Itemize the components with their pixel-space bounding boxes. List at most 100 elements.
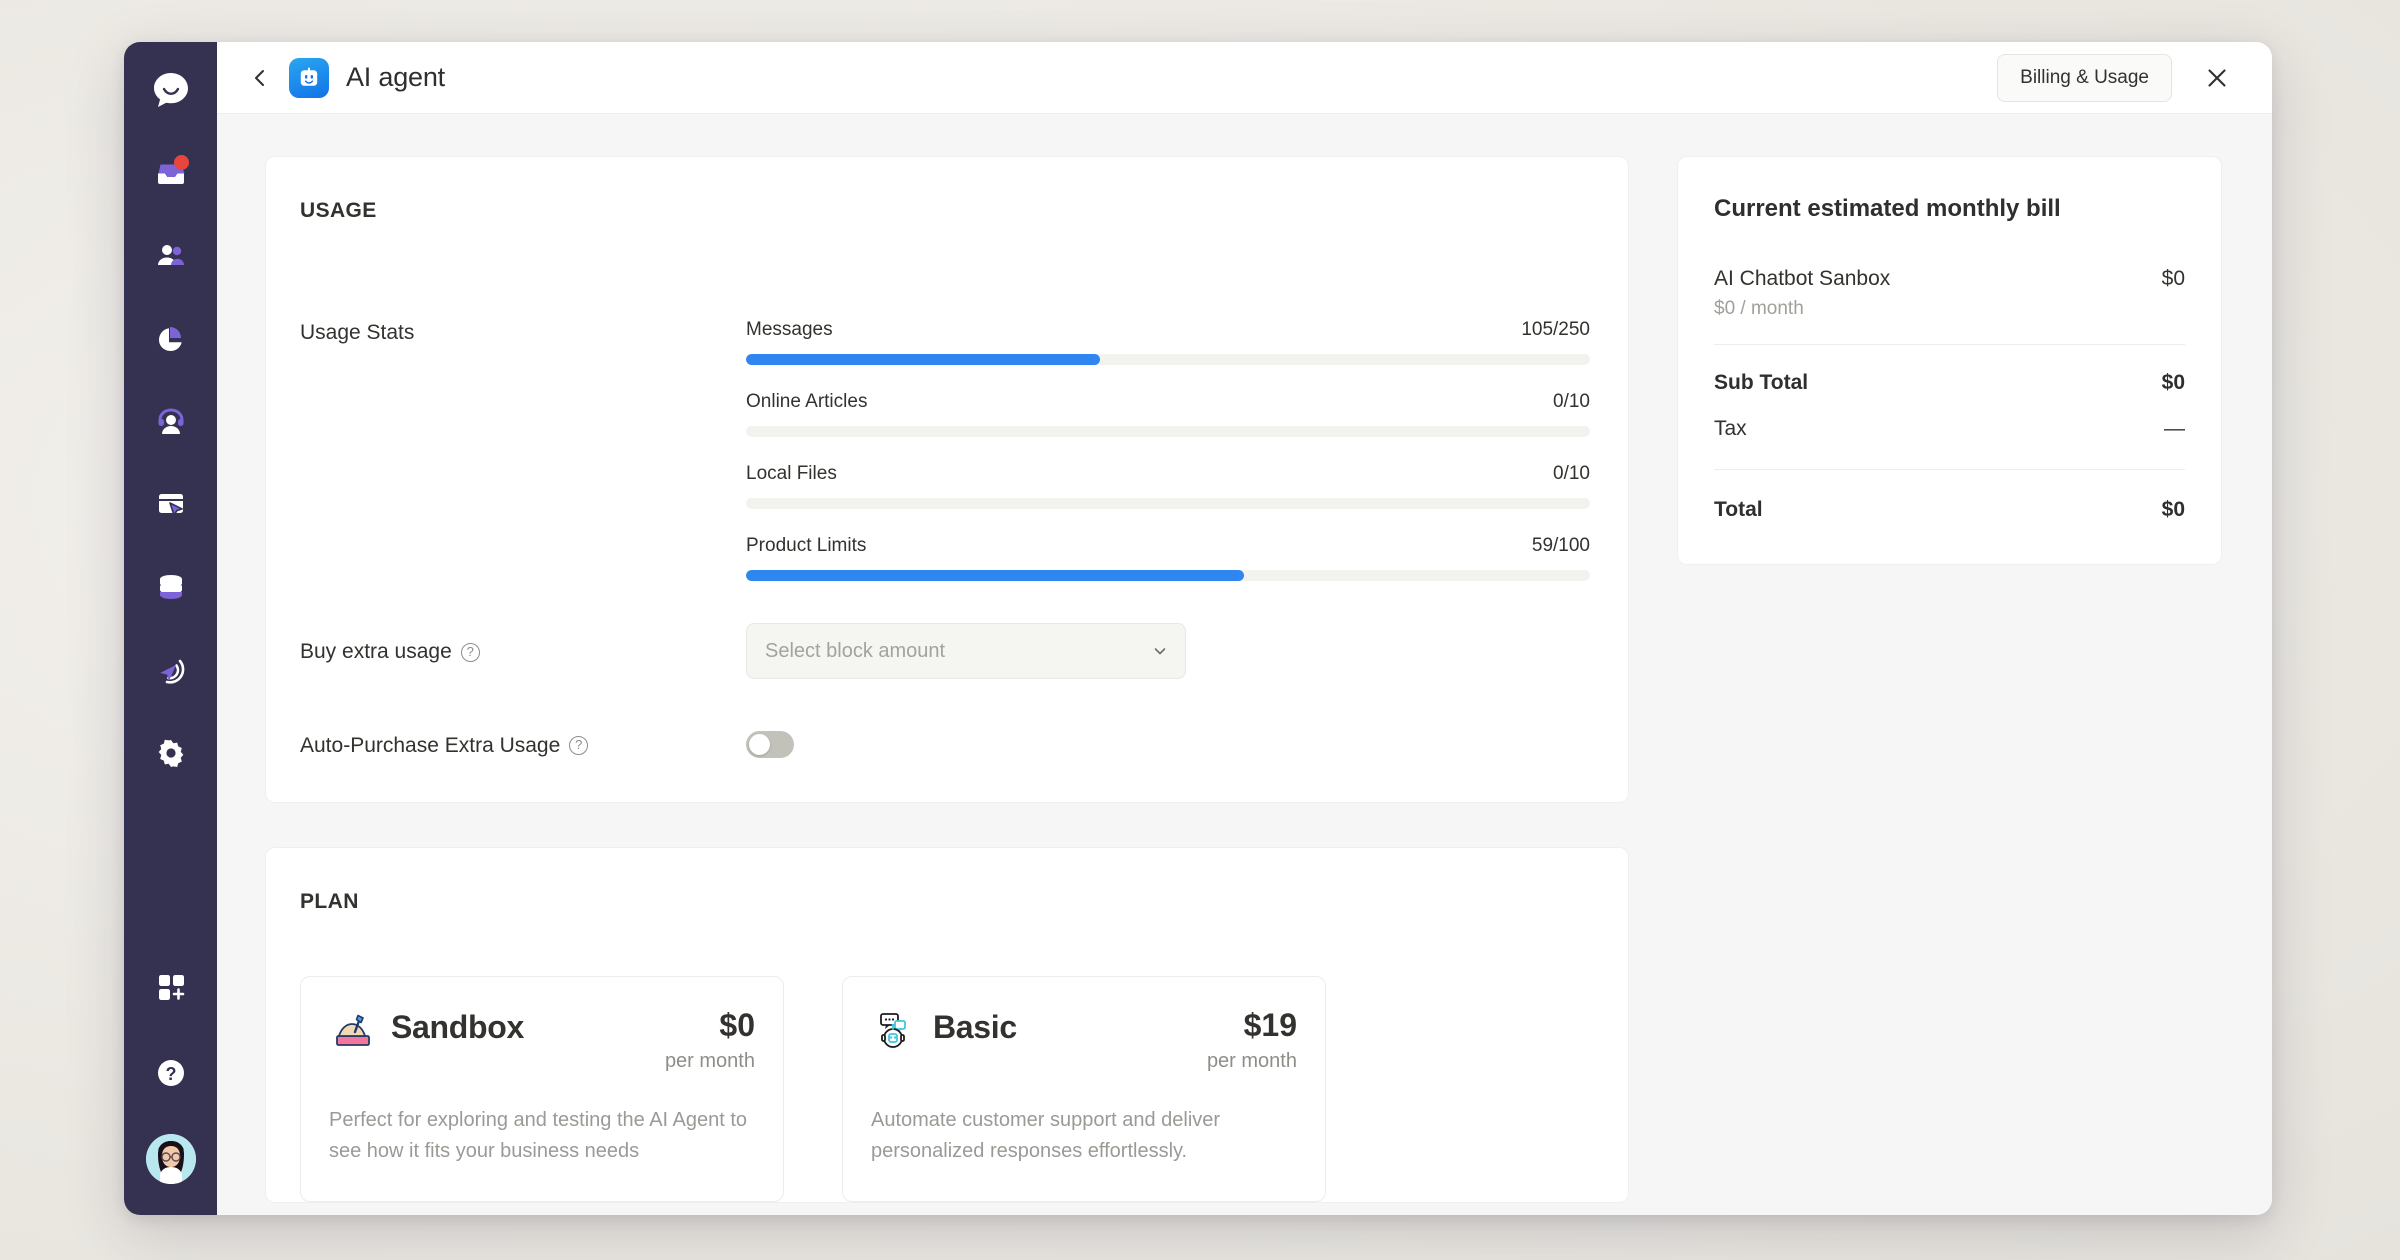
svg-text:?: ? xyxy=(165,1064,176,1084)
right-column: Current estimated monthly bill AI Chatbo… xyxy=(1677,156,2222,1215)
sandbox-emoji-icon xyxy=(329,1007,377,1055)
plan-price-block: $0 per month xyxy=(665,1007,755,1073)
chevron-down-icon xyxy=(1153,644,1167,658)
auto-purchase-label-text: Auto-Purchase Extra Usage xyxy=(300,734,560,758)
plan-option-header: Sandbox $0 per month xyxy=(329,1007,755,1073)
stat-name: Product Limits xyxy=(746,535,866,557)
billing-and-usage-button[interactable]: Billing & Usage xyxy=(1997,54,2172,102)
usage-section-header: USAGE xyxy=(300,199,1590,223)
chatbot-emoji-icon xyxy=(871,1007,919,1055)
stat-name: Local Files xyxy=(746,463,837,485)
plan-option-header: Basic $19 per month xyxy=(871,1007,1297,1073)
sidebar-item-inbox[interactable] xyxy=(143,144,199,200)
plan-price: $0 xyxy=(665,1007,755,1044)
sidebar-item-campaigns[interactable] xyxy=(143,476,199,532)
auto-purchase-toggle[interactable] xyxy=(746,731,794,758)
auto-purchase-control xyxy=(746,731,1590,758)
buy-extra-usage-label-text: Buy extra usage xyxy=(300,640,452,664)
progress-bar-fill xyxy=(746,354,1100,365)
sidebar-item-reports[interactable] xyxy=(143,310,199,366)
reports-pie-icon xyxy=(154,321,188,355)
bill-line-item: AI Chatbot Sanbox $0 xyxy=(1714,267,2185,291)
sidebar-logo[interactable] xyxy=(143,62,199,118)
stat-header: Online Articles 0/10 xyxy=(746,391,1590,413)
sidebar-item-help[interactable]: ? xyxy=(143,1045,199,1101)
plan-option-basic[interactable]: Basic $19 per month Automate customer su… xyxy=(842,976,1326,1202)
stat-header: Local Files 0/10 xyxy=(746,463,1590,485)
stat-value: 0/10 xyxy=(1553,391,1590,413)
plan-description: Automate customer support and deliver pe… xyxy=(871,1105,1297,1167)
bill-tax-label: Tax xyxy=(1714,417,1747,441)
app-window: ? xyxy=(124,42,2272,1215)
gear-icon xyxy=(154,736,188,770)
avatar xyxy=(146,1134,196,1184)
help-circle-icon[interactable]: ? xyxy=(461,643,480,662)
progress-bar-track xyxy=(746,570,1590,581)
sidebar-item-agents[interactable] xyxy=(143,393,199,449)
block-amount-select-value: Select block amount xyxy=(765,640,1153,663)
plan-name: Basic xyxy=(933,1007,1017,1046)
auto-purchase-label: Auto-Purchase Extra Usage ? xyxy=(300,732,746,758)
main-area: AI agent Billing & Usage USAGE xyxy=(217,42,2272,1215)
close-button[interactable] xyxy=(2196,57,2238,99)
bill-tax-row: Tax — xyxy=(1714,417,2185,441)
radar-send-icon xyxy=(154,653,188,687)
sidebar: ? xyxy=(124,42,217,1215)
back-button[interactable] xyxy=(243,61,277,95)
bill-total-amount: $0 xyxy=(2162,498,2185,522)
progress-bar-fill xyxy=(746,570,1244,581)
usage-stats-label: Usage Stats xyxy=(300,319,746,345)
estimated-bill-card: Current estimated monthly bill AI Chatbo… xyxy=(1677,156,2222,565)
close-icon xyxy=(2206,67,2228,89)
plan-card: PLAN xyxy=(265,847,1629,1203)
bill-total-label: Total xyxy=(1714,498,1763,522)
bill-card-title: Current estimated monthly bill xyxy=(1714,195,2185,223)
sidebar-item-settings[interactable] xyxy=(143,725,199,781)
sidebar-bottom-group: ? xyxy=(143,959,199,1215)
plan-section-title: PLAN xyxy=(300,890,1590,914)
campaigns-click-icon xyxy=(154,487,188,521)
plan-period: per month xyxy=(665,1050,755,1073)
buy-extra-usage-label: Buy extra usage ? xyxy=(300,638,746,664)
plan-name: Sandbox xyxy=(391,1007,524,1046)
agents-headset-icon xyxy=(154,404,188,438)
inbox-unread-badge xyxy=(174,155,189,170)
page-header: AI agent Billing & Usage xyxy=(217,42,2272,114)
plan-section-header: PLAN xyxy=(300,890,1590,914)
ai-robot-icon xyxy=(296,65,322,91)
stat-header: Product Limits 59/100 xyxy=(746,535,1590,557)
sidebar-item-data[interactable] xyxy=(143,559,199,615)
left-column: USAGE Usage Stats Messages 105/250 xyxy=(265,156,1629,1215)
block-amount-select[interactable]: Select block amount xyxy=(746,623,1186,679)
contacts-icon xyxy=(154,238,188,272)
buy-extra-usage-row: Buy extra usage ? Select block amount xyxy=(300,623,1590,679)
usage-section-title: USAGE xyxy=(300,199,1590,223)
auto-purchase-row: Auto-Purchase Extra Usage ? xyxy=(300,731,1590,758)
stat-value: 105/250 xyxy=(1521,319,1590,341)
bill-subtotal-label: Sub Total xyxy=(1714,371,1808,395)
plan-period: per month xyxy=(1207,1050,1297,1073)
content-area: USAGE Usage Stats Messages 105/250 xyxy=(217,114,2272,1215)
sidebar-item-contacts[interactable] xyxy=(143,227,199,283)
stat-value: 59/100 xyxy=(1532,535,1590,557)
usage-stats-row: Usage Stats Messages 105/250 xyxy=(300,319,1590,581)
ai-agent-app-icon xyxy=(289,58,329,98)
help-circle-icon[interactable]: ? xyxy=(569,736,588,755)
usage-card: USAGE Usage Stats Messages 105/250 xyxy=(265,156,1629,803)
plan-price-block: $19 per month xyxy=(1207,1007,1297,1073)
usage-stats-list: Messages 105/250 Online Articles xyxy=(746,319,1590,581)
usage-stat-messages: Messages 105/250 xyxy=(746,319,1590,365)
sidebar-item-apps[interactable] xyxy=(143,959,199,1015)
bill-tax-amount: — xyxy=(2164,417,2185,441)
sidebar-item-broadcast[interactable] xyxy=(143,642,199,698)
stat-name: Online Articles xyxy=(746,391,867,413)
sidebar-item-profile[interactable] xyxy=(143,1131,199,1187)
buy-extra-usage-control: Select block amount xyxy=(746,623,1590,679)
usage-stat-local-files: Local Files 0/10 xyxy=(746,463,1590,509)
bill-total-row: Total $0 xyxy=(1714,498,2185,522)
usage-stat-product-limits: Product Limits 59/100 xyxy=(746,535,1590,581)
usage-stat-online-articles: Online Articles 0/10 xyxy=(746,391,1590,437)
chat-bubble-logo-icon xyxy=(150,69,192,111)
plan-option-sandbox[interactable]: Sandbox $0 per month Perfect for explori… xyxy=(300,976,784,1202)
progress-bar-track xyxy=(746,498,1590,509)
